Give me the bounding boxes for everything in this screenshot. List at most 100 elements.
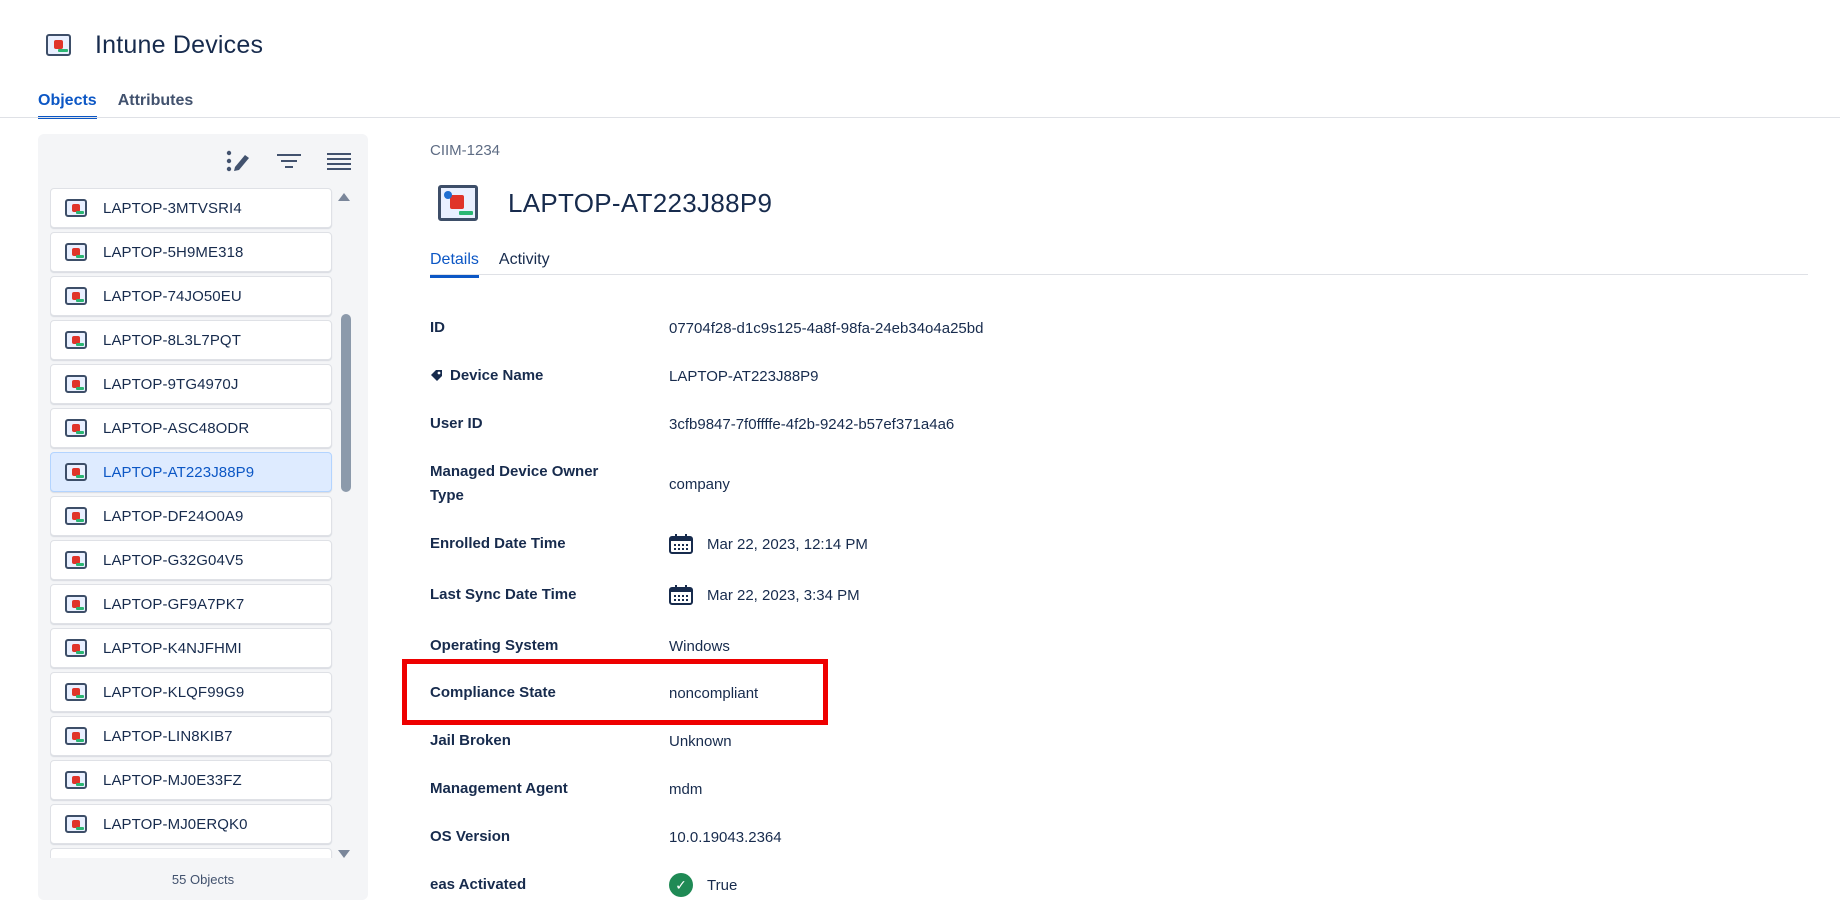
device-icon — [46, 34, 71, 56]
list-item[interactable]: LAPTOP-74JO50EU — [50, 276, 332, 316]
divider — [0, 117, 1840, 118]
attribute-label: Device Name — [430, 364, 669, 388]
page-header: Intune Devices — [46, 28, 263, 62]
device-icon — [65, 463, 87, 481]
attribute-label: ID — [430, 319, 445, 336]
attribute-label: Operating System — [430, 637, 559, 654]
edit-columns-button[interactable] — [224, 148, 254, 174]
list-item[interactable]: LAPTOP-LIN8KIB7 — [50, 716, 332, 756]
attribute-label: Enrolled Date Time — [430, 535, 566, 552]
list-item-label: LAPTOP-AT223J88P9 — [103, 463, 255, 481]
device-icon — [65, 199, 87, 217]
object-key: CIIM-1234 — [430, 142, 501, 159]
attribute-row-management-agent: Management Agent mdm — [430, 777, 1330, 801]
device-icon — [65, 507, 87, 525]
attribute-row-eas-activated: eas Activated ✓ True — [430, 873, 1330, 897]
object-type-icon — [438, 185, 478, 221]
list-item-label: LAPTOP-MJ0E33FZ — [103, 771, 242, 789]
attribute-label: Management Agent — [430, 780, 568, 797]
attribute-row-id: ID 07704f28-d1c9s125-4a8f-98fa-24eb34o4a… — [430, 316, 1330, 340]
highlight-box — [402, 659, 828, 725]
attribute-label: User ID — [430, 415, 483, 432]
attribute-label: Last Sync Date Time — [430, 586, 577, 603]
attribute-label: Jail Broken — [430, 732, 511, 749]
detail-header: LAPTOP-AT223J88P9 — [438, 185, 772, 221]
scrollbar-thumb[interactable] — [341, 314, 351, 492]
list-item[interactable]: LAPTOP-8L3L7PQT — [50, 320, 332, 360]
list-item[interactable]: LAPTOP-MJ0E33FZ — [50, 760, 332, 800]
detail-divider — [430, 274, 1808, 275]
attribute-row-enrolled: Enrolled Date Time Mar 22, 2023, 12:14 P… — [430, 532, 1330, 556]
list-view-icon — [327, 153, 351, 170]
date-value: Mar 22, 2023, 3:34 PM — [707, 586, 860, 604]
list-item[interactable]: LAPTOP-G32G04V5 — [50, 540, 332, 580]
attribute-label-line1: Managed Device Owner — [430, 463, 599, 480]
list-item-label: LAPTOP-8L3L7PQT — [103, 331, 241, 349]
tab-objects[interactable]: Objects — [38, 92, 97, 119]
page-title: Intune Devices — [95, 30, 264, 59]
device-icon — [65, 243, 87, 261]
list-item-label: LAPTOP-5H9ME318 — [103, 243, 244, 261]
device-icon — [65, 683, 87, 701]
device-icon — [65, 375, 87, 393]
list-item[interactable]: LAPTOP-KLQF99G9 — [50, 672, 332, 712]
object-list: LAPTOP-3MTVSRI4 LAPTOP-5H9ME318 LAPTOP-74J… — [50, 188, 373, 858]
attribute-row-os: Operating System Windows — [430, 634, 1330, 658]
view-toggle-button[interactable] — [324, 148, 354, 174]
list-item-label: LAPTOP-MJ0ERQK0 — [103, 815, 248, 833]
scroll-down-arrow[interactable] — [338, 850, 350, 858]
device-icon — [65, 595, 87, 613]
object-title: LAPTOP-AT223J88P9 — [508, 187, 773, 218]
list-item[interactable]: LAPTOP-9TG4970J — [50, 364, 332, 404]
list-item[interactable]: LAPTOP-GF9A7PK7 — [50, 584, 332, 624]
scroll-up-arrow[interactable] — [338, 193, 350, 201]
list-item-label: LAPTOP-KLQF99G9 — [103, 683, 245, 701]
attribute-value: LAPTOP-AT223J88P9 — [669, 367, 819, 385]
list-item-label: LAPTOP-DF24O0A9 — [103, 507, 244, 525]
list-item[interactable]: LAPTOP-K4NJFHMI — [50, 628, 332, 668]
list-item[interactable]: LAPTOP-N00V0NTC — [50, 848, 332, 858]
filter-button[interactable] — [274, 148, 304, 174]
filter-icon — [277, 154, 301, 168]
attribute-row-last-sync: Last Sync Date Time Mar 22, 2023, 3:34 P… — [430, 583, 1330, 607]
attribute-value: Windows — [669, 637, 730, 655]
device-icon — [65, 727, 87, 745]
attribute-label-text: Device Name — [450, 367, 544, 384]
edit-columns-icon — [226, 150, 249, 172]
list-item[interactable]: LAPTOP-DF24O0A9 — [50, 496, 332, 536]
object-count: 55 Objects — [171, 872, 235, 887]
object-list-panel: LAPTOP-3MTVSRI4 LAPTOP-5H9ME318 LAPTOP-74J… — [38, 134, 368, 900]
tag-icon — [431, 370, 442, 381]
attribute-value: 3cfb9847-7f0ffffe-4f2b-9242-b57ef371a4a6 — [669, 415, 955, 433]
list-item[interactable]: LAPTOP-AT223J88P9 — [50, 452, 332, 492]
calendar-icon — [669, 585, 693, 605]
device-icon — [65, 419, 87, 437]
device-icon — [65, 287, 87, 305]
list-item-label: LAPTOP-LIN8KIB7 — [103, 727, 233, 745]
list-item-label: LAPTOP-9TG4970J — [103, 375, 239, 393]
attribute-value: company — [669, 475, 730, 493]
attribute-value: 10.0.19043.2364 — [669, 828, 782, 846]
list-item-label: LAPTOP-3MTVSRI4 — [103, 199, 242, 217]
list-item-label: LAPTOP-GF9A7PK7 — [103, 595, 245, 613]
calendar-icon — [669, 534, 693, 554]
attribute-row-jail-broken: Jail Broken Unknown — [430, 729, 1330, 753]
attribute-value: 07704f28-d1c9s125-4a8f-98fa-24eb34o4a25b… — [669, 319, 984, 337]
tab-attributes[interactable]: Attributes — [118, 92, 194, 119]
list-item[interactable]: LAPTOP-3MTVSRI4 — [50, 188, 332, 228]
list-item[interactable]: LAPTOP-MJ0ERQK0 — [50, 804, 332, 844]
attribute-value: Mar 22, 2023, 3:34 PM — [669, 585, 860, 605]
attribute-value: mdm — [669, 780, 703, 798]
attribute-value: Mar 22, 2023, 12:14 PM — [669, 534, 868, 554]
list-item-label: LAPTOP-ASC48ODR — [103, 419, 250, 437]
device-icon — [65, 639, 87, 657]
device-icon — [65, 771, 87, 789]
list-item[interactable]: LAPTOP-5H9ME318 — [50, 232, 332, 272]
list-item[interactable]: LAPTOP-ASC48ODR — [50, 408, 332, 448]
list-toolbar — [224, 148, 354, 174]
top-tabs: Objects Attributes — [38, 92, 193, 119]
list-item-label: LAPTOP-74JO50EU — [103, 287, 242, 305]
check-circle-icon: ✓ — [669, 873, 693, 897]
object-list-scroll[interactable]: LAPTOP-3MTVSRI4 LAPTOP-5H9ME318 LAPTOP-74J… — [50, 188, 373, 858]
device-icon — [65, 815, 87, 833]
